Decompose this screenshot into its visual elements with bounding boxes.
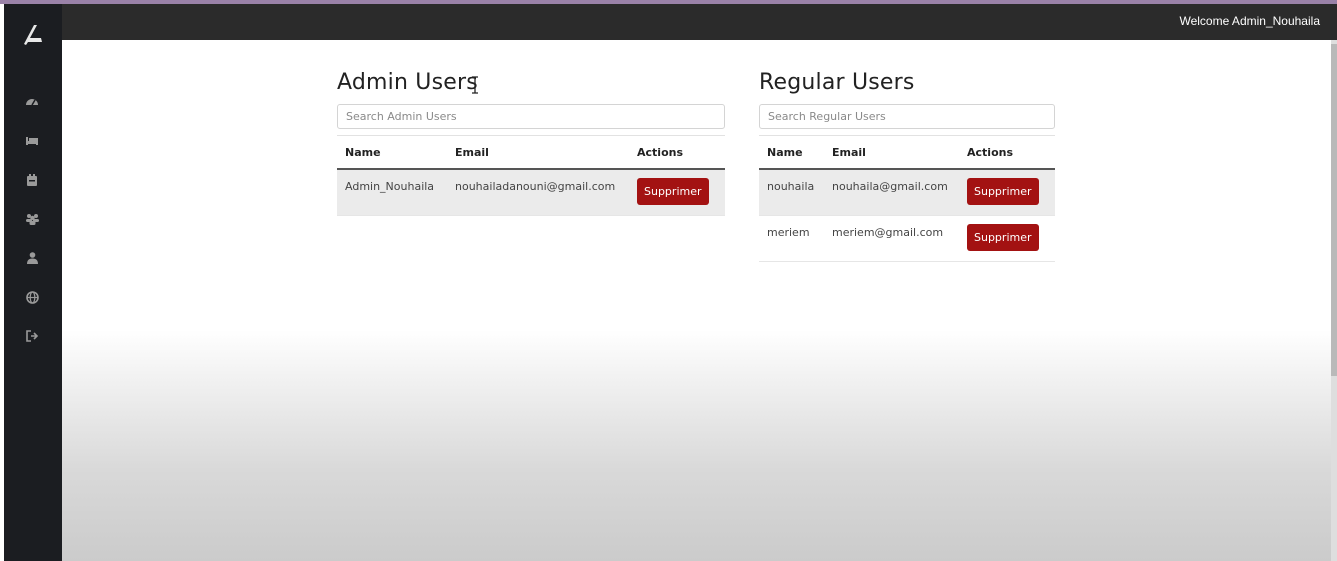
table-row: Admin_Nouhaila nouhailadanouni@gmail.com…	[337, 169, 725, 216]
delete-button[interactable]: Supprimer	[967, 224, 1039, 251]
calendar-icon[interactable]	[24, 172, 40, 188]
users-icon[interactable]	[24, 211, 40, 227]
row-email: meriem@gmail.com	[824, 215, 959, 262]
table-header-row: Name Email Actions	[759, 135, 1055, 170]
regular-users-title: Regular Users	[759, 70, 915, 95]
admin-users-title: Admin Users	[337, 70, 478, 95]
bed-icon[interactable]	[24, 133, 40, 149]
column-header-email: Email	[824, 135, 959, 170]
regular-search-input[interactable]	[759, 104, 1055, 129]
dashboard-icon[interactable]	[24, 94, 40, 110]
table-row: meriem meriem@gmail.com Supprimer	[759, 215, 1055, 262]
admin-users-table: Name Email Actions Admin_Nouhaila nouhai…	[337, 135, 725, 216]
row-name: nouhaila	[759, 169, 824, 216]
column-header-name: Name	[337, 135, 447, 170]
admin-users-panel: Admin Users Name Email Actions Admin_Nou…	[337, 70, 725, 216]
top-bar: Welcome Admin_Nouhaila	[62, 4, 1337, 40]
page-scrollbar[interactable]	[1331, 40, 1337, 561]
table-row: nouhaila nouhaila@gmail.com Supprimer	[759, 169, 1055, 216]
row-actions: Supprimer	[629, 169, 725, 216]
delete-button[interactable]: Supprimer	[967, 178, 1039, 205]
welcome-text: Welcome Admin_Nouhaila	[1179, 14, 1320, 28]
logout-icon[interactable]	[24, 328, 40, 344]
column-header-email: Email	[447, 135, 629, 170]
text-cursor-icon	[472, 76, 478, 94]
regular-users-panel: Regular Users Name Email Actions nouhail…	[759, 70, 1055, 262]
column-header-actions: Actions	[629, 135, 725, 170]
globe-icon[interactable]	[24, 289, 40, 305]
regular-users-table: Name Email Actions nouhaila nouhaila@gma…	[759, 135, 1055, 262]
column-header-actions: Actions	[959, 135, 1055, 170]
sidebar	[4, 4, 62, 561]
brand-logo[interactable]	[21, 22, 45, 48]
scrollbar-thumb[interactable]	[1331, 44, 1337, 376]
user-icon[interactable]	[24, 250, 40, 266]
row-name: Admin_Nouhaila	[337, 169, 447, 216]
row-name: meriem	[759, 215, 824, 262]
admin-search-input[interactable]	[337, 104, 725, 129]
delete-button[interactable]: Supprimer	[637, 178, 709, 205]
main-content: Admin Users Name Email Actions Admin_Nou…	[62, 40, 1331, 561]
row-email: nouhailadanouni@gmail.com	[447, 169, 629, 216]
row-actions: Supprimer	[959, 169, 1055, 216]
row-actions: Supprimer	[959, 215, 1055, 262]
table-header-row: Name Email Actions	[337, 135, 725, 170]
row-email: nouhaila@gmail.com	[824, 169, 959, 216]
column-header-name: Name	[759, 135, 824, 170]
